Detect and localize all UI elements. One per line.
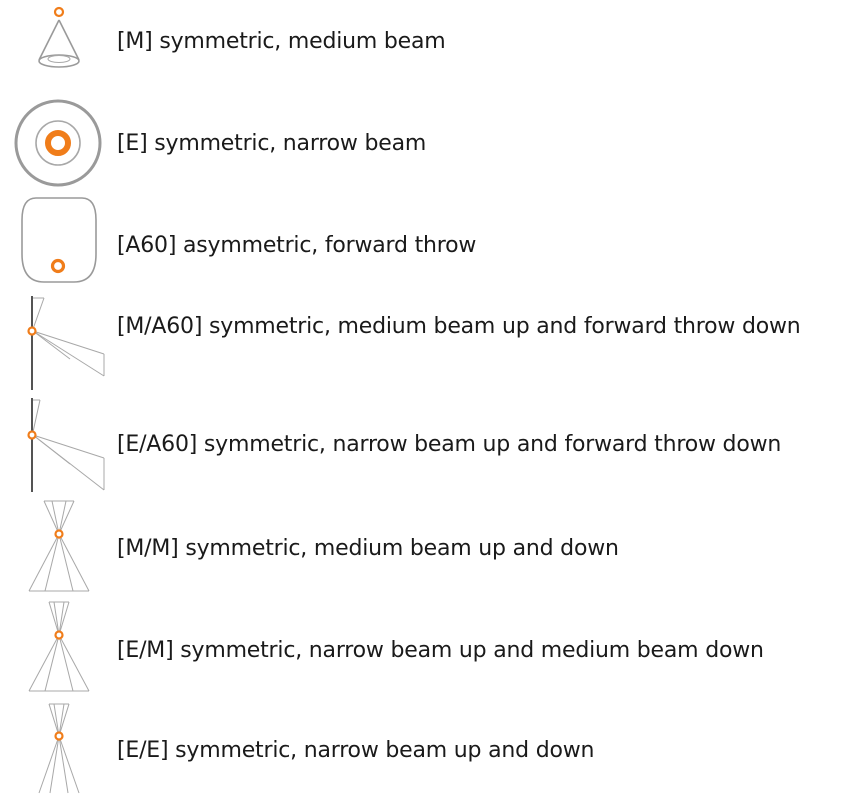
legend-label-m-a60: [M/A60] symmetric, medium beam up and fo… bbox=[117, 314, 801, 339]
legend-row-e-e: [E/E] symmetric, narrow beam up and down bbox=[0, 700, 861, 794]
narrow-up-forward-down-icon bbox=[27, 398, 105, 492]
legend-label-e-e: [E/E] symmetric, narrow beam up and down bbox=[117, 738, 595, 763]
legend-label-e: [E] symmetric, narrow beam bbox=[117, 131, 427, 156]
legend-row-m: [M] symmetric, medium beam bbox=[0, 0, 861, 80]
legend-label-m: [M] symmetric, medium beam bbox=[117, 29, 446, 54]
narrow-up-down-icon bbox=[38, 703, 80, 794]
legend-label-a60: [A60] asymmetric, forward throw bbox=[117, 233, 477, 258]
legend-row-e-m: [E/M] symmetric, narrow beam up and medi… bbox=[0, 598, 861, 694]
legend-label-m-m: [M/M] symmetric, medium beam up and down bbox=[117, 536, 619, 561]
legend-row-e-a60: [E/A60] symmetric, narrow beam up and fo… bbox=[0, 398, 861, 494]
medium-beam-icon bbox=[38, 6, 80, 68]
medium-up-forward-down-icon bbox=[27, 296, 105, 390]
forward-throw-icon bbox=[21, 197, 97, 283]
narrow-beam-icon bbox=[14, 99, 102, 187]
legend-row-e: [E] symmetric, narrow beam bbox=[0, 95, 861, 195]
legend-row-a60: [A60] asymmetric, forward throw bbox=[0, 196, 861, 288]
narrow-up-medium-down-icon bbox=[28, 601, 90, 692]
legend-row-m-a60: [M/A60] symmetric, medium beam up and fo… bbox=[0, 296, 861, 392]
legend-label-e-a60: [E/A60] symmetric, narrow beam up and fo… bbox=[117, 432, 782, 457]
legend-row-m-m: [M/M] symmetric, medium beam up and down bbox=[0, 498, 861, 594]
medium-up-down-icon bbox=[28, 500, 90, 592]
legend-label-e-m: [E/M] symmetric, narrow beam up and medi… bbox=[117, 638, 764, 663]
